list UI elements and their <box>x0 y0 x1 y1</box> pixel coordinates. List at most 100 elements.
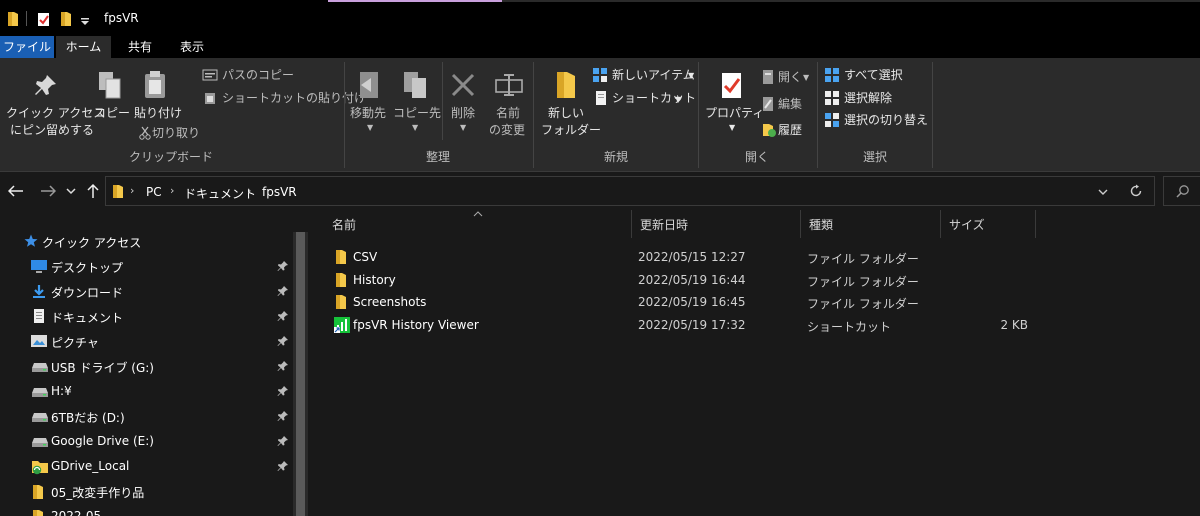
column-header-name[interactable]: 名前 <box>324 210 632 238</box>
cut-button[interactable]: 切り取り <box>136 124 206 142</box>
paste-shortcut-button[interactable]: ショートカットの貼り付け <box>200 89 366 107</box>
edit-icon <box>763 97 773 111</box>
rename-button[interactable]: 名前 の変更 <box>487 68 531 137</box>
edit-button[interactable]: 編集 <box>759 95 815 113</box>
forward-arrow-icon[interactable] <box>40 185 56 197</box>
organize-group-label: 整理 <box>425 150 450 164</box>
copy-path-button[interactable]: パスのコピー <box>200 66 340 84</box>
pin-icon[interactable] <box>277 435 289 450</box>
file-name: Screenshots <box>353 295 427 309</box>
select-none-button[interactable]: 選択解除 <box>824 89 930 107</box>
properties-button[interactable]: プロパティ ▼ <box>703 68 764 136</box>
cut-label: 切り取り <box>152 126 201 140</box>
pictures-icon <box>31 334 47 351</box>
sidebar-item[interactable]: GDrive_Local <box>0 454 293 479</box>
title-accent-line <box>328 0 502 2</box>
sidebar-item[interactable]: H:¥ <box>0 379 293 404</box>
clipboard-group: クイック アクセス にピン留めする コピー 貼り付け パスのコピー ショートカッ… <box>0 58 366 172</box>
sidebar-item-label: 6TBだお (D:) <box>51 411 125 425</box>
sidebar-item[interactable]: Google Drive (E:) <box>0 429 293 454</box>
file-name: CSV <box>353 250 378 264</box>
quick-access-node[interactable]: クイック アクセス <box>0 230 293 252</box>
delete-label: 削除 <box>451 106 476 120</box>
copy-to-button[interactable]: コピー先 ▼ <box>393 68 441 132</box>
tab-file[interactable]: ファイル <box>0 36 54 58</box>
sidebar-item[interactable]: デスクトップ <box>0 254 293 279</box>
paste-icon <box>145 71 165 98</box>
up-arrow-icon[interactable] <box>86 183 100 199</box>
pin-icon[interactable] <box>277 410 289 425</box>
new-folder-icon <box>557 72 575 98</box>
new-folder-icon[interactable] <box>59 11 73 27</box>
column-header-date[interactable]: 更新日時 <box>632 210 801 238</box>
address-bar[interactable]: › PC › ドキュメント › fpsVR <box>105 176 1155 206</box>
file-date: 2022/05/19 16:44 <box>638 272 746 287</box>
sidebar-item[interactable]: ピクチャ <box>0 329 293 354</box>
easy-access-dropdown-icon[interactable]: ▼ <box>675 92 681 108</box>
file-type: ファイル フォルダー <box>807 297 919 311</box>
pin-icon[interactable] <box>277 260 289 275</box>
invert-selection-button[interactable]: 選択の切り替え <box>824 111 932 129</box>
search-box[interactable] <box>1163 176 1200 206</box>
pin-quick-access-button[interactable]: クイック アクセス にピン留めする <box>2 68 105 140</box>
breadcrumb-documents[interactable]: ドキュメント <box>184 185 256 202</box>
new-folder-button[interactable]: 新しい フォルダー <box>538 68 601 140</box>
breadcrumb-separator-icon[interactable]: › <box>170 184 174 197</box>
file-list-pane: 名前 更新日時 種類 サイズ CSV 2022/05/15 12:27 ファイル フ… <box>310 210 1200 516</box>
pin-icon[interactable] <box>277 360 289 375</box>
breadcrumb-pc[interactable]: PC <box>146 185 162 199</box>
pin-icon[interactable] <box>277 285 289 300</box>
sidebar-item[interactable]: 2022-05 <box>0 504 293 516</box>
file-date: 2022/05/19 17:32 <box>638 317 746 332</box>
new-group: 新しい フォルダー 新しいアイテム ▼ ショートカット ▼ 新規 <box>534 58 698 172</box>
folder-icon <box>31 484 45 503</box>
new-item-button[interactable]: 新しいアイテム ▼ <box>592 66 696 84</box>
file-row[interactable]: Screenshots 2022/05/19 16:45 ファイル フォルダー <box>310 291 1200 313</box>
open-dropdown-icon: ▼ <box>803 73 810 82</box>
select-all-icon <box>825 68 839 82</box>
tab-home[interactable]: ホーム <box>56 36 111 58</box>
file-row[interactable]: History 2022/05/19 16:44 ファイル フォルダー <box>310 269 1200 291</box>
address-history-chevron-icon[interactable] <box>1098 188 1108 196</box>
refresh-icon[interactable] <box>1129 184 1143 198</box>
move-to-button[interactable]: 移動先 ▼ <box>348 68 392 132</box>
file-row[interactable]: fpsVR History Viewer 2022/05/19 17:32 ショート… <box>310 314 1200 336</box>
file-type: ファイル フォルダー <box>807 252 919 266</box>
pin-icon[interactable] <box>277 335 289 350</box>
folder-icon <box>334 294 348 313</box>
properties-icon[interactable] <box>37 11 51 27</box>
sidebar-item[interactable]: ダウンロード <box>0 279 293 304</box>
file-row[interactable]: CSV 2022/05/15 12:27 ファイル フォルダー <box>310 246 1200 268</box>
new-item-icon <box>593 68 607 82</box>
back-arrow-icon[interactable] <box>8 185 24 197</box>
breadcrumb-fpsvr[interactable]: fpsVR <box>262 185 297 199</box>
paste-button[interactable]: 貼り付け <box>132 68 182 128</box>
column-header-size[interactable]: サイズ <box>941 210 1036 238</box>
nav-scrollbar-thumb[interactable] <box>296 232 305 516</box>
tab-share[interactable]: 共有 <box>114 36 166 58</box>
sidebar-item[interactable]: 6TBだお (D:) <box>0 404 293 429</box>
drive-icon <box>31 384 49 401</box>
move-to-dropdown-icon: ▼ <box>367 123 374 132</box>
breadcrumb-separator-icon[interactable]: › <box>247 184 251 197</box>
select-all-button[interactable]: すべて選択 <box>824 66 930 84</box>
sidebar-item[interactable]: USB ドライブ (G:) <box>0 354 293 379</box>
delete-button[interactable]: 削除 ▼ <box>446 68 482 132</box>
properties-label: プロパティ <box>705 106 765 120</box>
copy-button[interactable]: コピー <box>92 68 130 128</box>
tab-view[interactable]: 表示 <box>166 36 218 58</box>
sidebar-item[interactable]: 05_改変手作り品 <box>0 479 293 504</box>
breadcrumb-separator-icon[interactable]: › <box>130 184 134 197</box>
pin-icon[interactable] <box>277 310 289 325</box>
history-button[interactable]: 履歴 <box>759 121 815 139</box>
download-icon <box>31 284 47 301</box>
recent-locations-chevron-icon[interactable] <box>66 187 76 195</box>
select-all-label: すべて選択 <box>844 68 903 82</box>
pin-icon[interactable] <box>277 460 289 475</box>
open-button[interactable]: 開く ▼ <box>759 68 815 86</box>
pin-icon[interactable] <box>277 385 289 400</box>
customize-toolbar-chevron-icon[interactable] <box>80 14 90 30</box>
organize-group: 移動先 ▼ コピー先 ▼ 削除 ▼ 名前 の変更 整理 <box>345 58 533 172</box>
column-header-type[interactable]: 種類 <box>801 210 941 238</box>
sidebar-item[interactable]: ドキュメント <box>0 304 293 329</box>
